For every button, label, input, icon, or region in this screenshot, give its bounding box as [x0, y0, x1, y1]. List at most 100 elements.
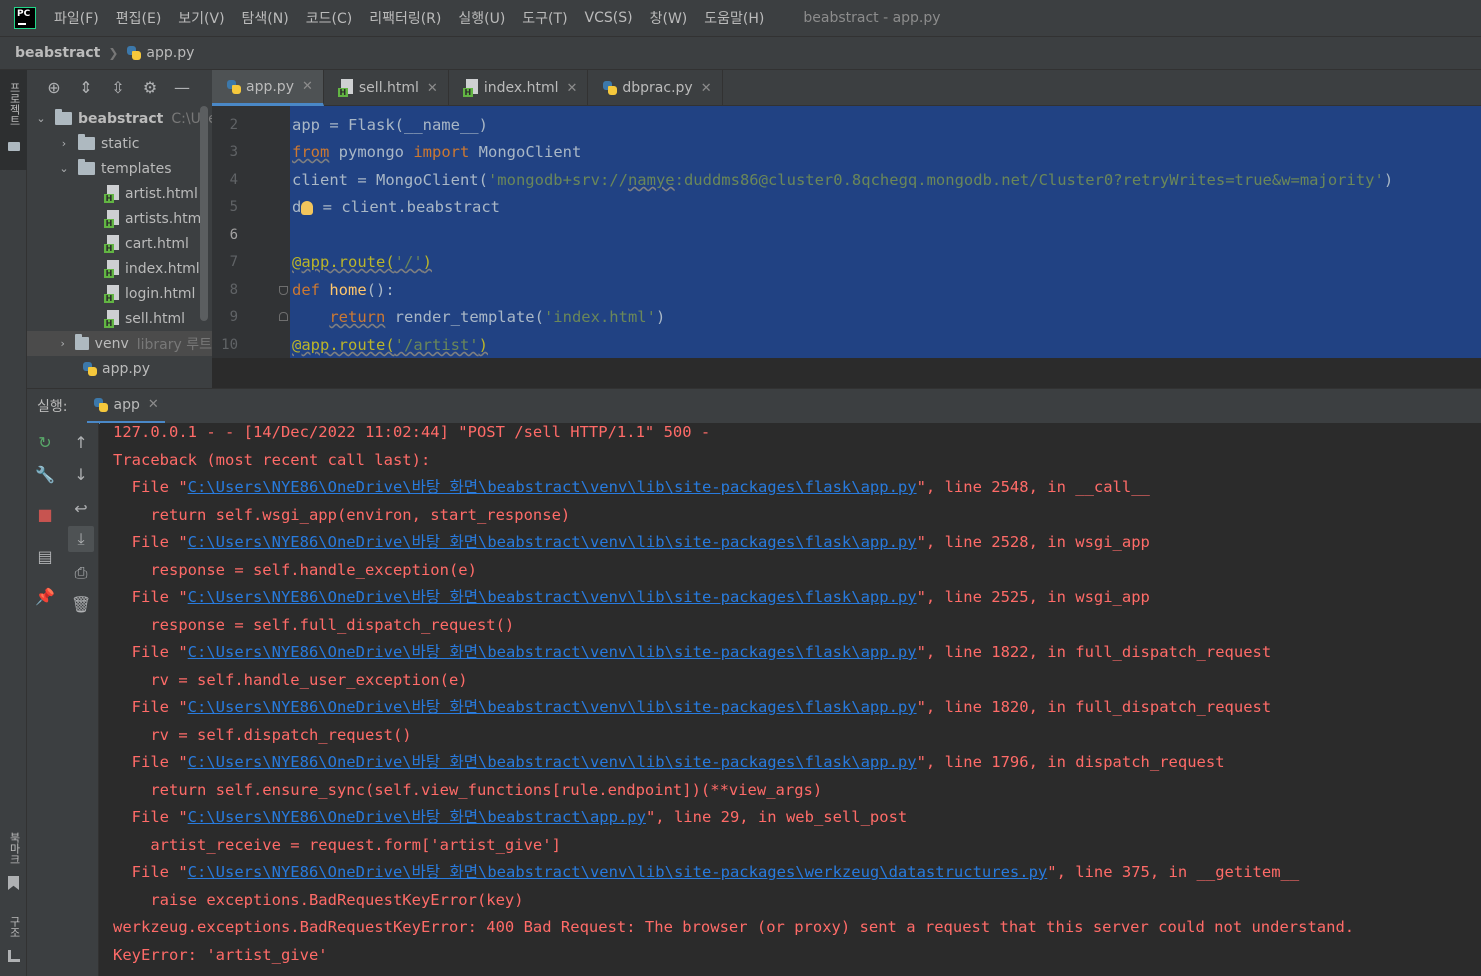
fold-marker-icon[interactable]: [279, 312, 288, 321]
run-toolbar-secondary: ↑ ↓ ↩ ⤓ ⎙ 🗑: [63, 423, 99, 976]
trash-icon[interactable]: 🗑: [71, 595, 91, 615]
run-console[interactable]: 127.0.0.1 - - [14/Dec/2022 11:02:44] "PO…: [100, 423, 1481, 976]
console-line: rv = self.dispatch_request(): [113, 725, 412, 744]
code-line-4: client = MongoClient('mongodb+srv://namy…: [292, 171, 1394, 189]
rerun-icon[interactable]: ↻: [35, 433, 55, 453]
tab-sell-html[interactable]: sell.html ✕: [324, 70, 449, 106]
menu-code[interactable]: 코드(C): [306, 8, 352, 28]
tree-item-app-py[interactable]: app.py: [82, 356, 150, 381]
project-tool-button[interactable]: 프로젝트: [0, 70, 27, 170]
line-number: 10: [221, 337, 238, 353]
code-selection: app = Flask(__name__) from pymongo impor…: [290, 106, 1481, 358]
tree-item-templates[interactable]: ⌄ templates: [58, 156, 172, 181]
menu-vcs[interactable]: VCS(S): [585, 10, 633, 26]
close-icon[interactable]: ✕: [148, 397, 159, 412]
traceback-link[interactable]: C:\Users\NYE86\OneDrive\바탕 화면\beabstract…: [188, 643, 917, 661]
tree-item-artist-html[interactable]: artist.html: [104, 181, 198, 206]
panel-splitter[interactable]: [212, 358, 1481, 388]
run-tab-app[interactable]: app ✕: [87, 389, 165, 424]
menu-help[interactable]: 도움말(H): [704, 8, 764, 28]
tab-dbprac-py[interactable]: dbprac.py ✕: [588, 70, 723, 106]
html-file-icon: [104, 284, 120, 303]
pin-icon[interactable]: 📌: [35, 587, 55, 607]
tree-item-login-html[interactable]: login.html: [104, 281, 195, 306]
console-line: File "C:\Users\NYE86\OneDrive\바탕 화면\beab…: [113, 643, 1272, 661]
tree-item-static[interactable]: › static: [58, 131, 139, 156]
tree-item-index-html[interactable]: index.html: [104, 256, 200, 281]
editor-gutter: 2 3 4 5 6 7 8 9 10: [212, 106, 290, 358]
folder-icon: [78, 159, 95, 175]
tree-item-label: static: [101, 135, 140, 152]
menu-edit[interactable]: 편집(E): [116, 8, 162, 28]
tab-label: app.py: [246, 78, 294, 95]
traceback-link[interactable]: C:\Users\NYE86\OneDrive\바탕 화면\beabstract…: [188, 478, 917, 496]
crosshair-icon[interactable]: ⊕: [45, 79, 63, 97]
gear-icon[interactable]: ⚙: [141, 79, 159, 97]
close-icon[interactable]: ✕: [701, 81, 712, 96]
menu-tools[interactable]: 도구(T): [522, 8, 567, 28]
tree-item-artists-html[interactable]: artists.html: [104, 206, 205, 231]
scroll-to-end-icon[interactable]: ⤓: [68, 526, 94, 552]
stop-icon[interactable]: ■: [35, 505, 55, 525]
tree-item-venv[interactable]: › venv library 루트: [27, 331, 212, 356]
line-number: 9: [229, 309, 238, 325]
menu-run[interactable]: 실행(U): [458, 8, 505, 28]
project-tree-scrollbar[interactable]: [200, 106, 208, 321]
wrench-icon[interactable]: 🔧: [35, 465, 55, 485]
chevron-right-icon[interactable]: ›: [58, 137, 70, 150]
tab-label: index.html: [483, 80, 559, 96]
tree-root-name: beabstract: [78, 110, 164, 127]
pycharm-logo-icon[interactable]: PC: [14, 7, 36, 29]
tab-label: sell.html: [358, 80, 419, 96]
close-icon[interactable]: ✕: [566, 81, 577, 96]
console-line: response = self.full_dispatch_request(): [113, 615, 515, 634]
code-editor[interactable]: 2 3 4 5 6 7 8 9 10 app = Flask(__name__)…: [212, 106, 1481, 358]
close-icon[interactable]: ✕: [302, 79, 313, 94]
traceback-link[interactable]: C:\Users\NYE86\OneDrive\바탕 화면\beabstract…: [188, 533, 917, 551]
menu-navigate[interactable]: 탐색(N): [242, 8, 289, 28]
tree-item-cart-html[interactable]: cart.html: [104, 231, 189, 256]
layout-icon[interactable]: ▤: [35, 547, 55, 567]
line-number: 7: [229, 254, 238, 270]
structure-tool-button[interactable]: 구조: [0, 912, 27, 972]
python-file-icon: [126, 45, 142, 61]
lightbulb-icon[interactable]: [301, 200, 314, 215]
bookmarks-tool-button[interactable]: 북마크: [0, 828, 27, 898]
print-icon[interactable]: ⎙: [71, 563, 91, 583]
minimize-icon[interactable]: —: [173, 79, 191, 97]
traceback-link[interactable]: C:\Users\NYE86\OneDrive\바탕 화면\beabstract…: [188, 753, 917, 771]
traceback-link[interactable]: C:\Users\NYE86\OneDrive\바탕 화면\beabstract…: [188, 698, 917, 716]
traceback-link[interactable]: C:\Users\NYE86\OneDrive\바탕 화면\beabstract…: [188, 808, 646, 826]
structure-icon: [8, 950, 20, 962]
tree-item-root[interactable]: ⌄ beabstract C:\Users: [35, 106, 212, 131]
soft-wrap-icon[interactable]: ↩: [71, 499, 91, 519]
chevron-down-icon[interactable]: ⌄: [58, 162, 70, 175]
tab-app-py[interactable]: app.py ✕: [212, 70, 324, 106]
arrow-down-icon[interactable]: ↓: [71, 465, 91, 485]
expand-all-icon[interactable]: ⇕: [77, 79, 95, 97]
fold-marker-icon[interactable]: [279, 286, 288, 295]
chevron-right-icon[interactable]: ›: [58, 337, 67, 350]
console-line: File "C:\Users\NYE86\OneDrive\바탕 화면\beab…: [113, 478, 1150, 496]
code-line-2: app = Flask(__name__): [292, 116, 488, 134]
chevron-down-icon[interactable]: ⌄: [35, 112, 47, 125]
close-icon[interactable]: ✕: [427, 81, 438, 96]
tree-item-label: app.py: [102, 360, 150, 377]
html-file-icon: [104, 209, 120, 228]
traceback-link[interactable]: C:\Users\NYE86\OneDrive\바탕 화면\beabstract…: [188, 863, 1048, 881]
line-number: 2: [229, 117, 238, 133]
tree-item-label: cart.html: [125, 235, 189, 252]
collapse-all-icon[interactable]: ⇳: [109, 79, 127, 97]
menu-window[interactable]: 창(W): [650, 8, 688, 28]
traceback-link[interactable]: C:\Users\NYE86\OneDrive\바탕 화면\beabstract…: [188, 588, 917, 606]
arrow-up-icon[interactable]: ↑: [71, 433, 91, 453]
folder-icon: [75, 334, 89, 350]
tree-item-sell-html[interactable]: sell.html: [104, 306, 185, 331]
menu-refactor[interactable]: 리팩터링(R): [369, 8, 441, 28]
tab-index-html[interactable]: index.html ✕: [449, 70, 589, 106]
breadcrumb-file[interactable]: app.py: [146, 45, 194, 61]
folder-icon: [78, 134, 95, 150]
menu-view[interactable]: 보기(V): [178, 8, 224, 28]
breadcrumb-project[interactable]: beabstract: [15, 45, 100, 61]
menu-file[interactable]: 파일(F): [54, 8, 99, 28]
